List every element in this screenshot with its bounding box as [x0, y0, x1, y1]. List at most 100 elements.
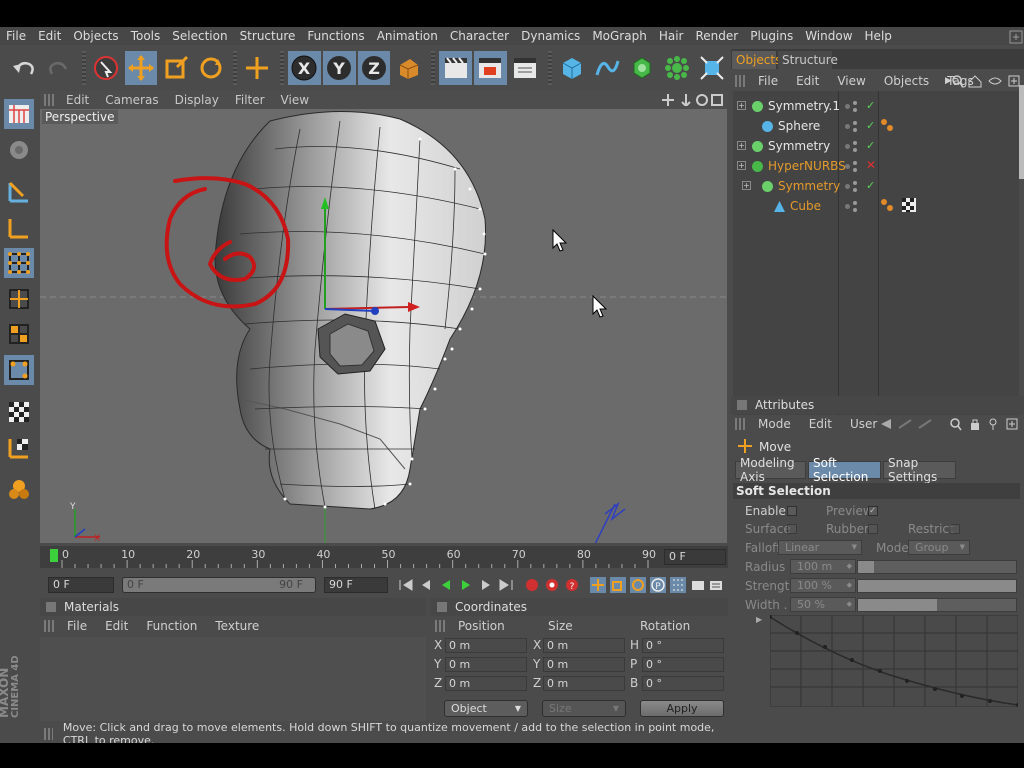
previous-frame-icon[interactable] [418, 577, 434, 593]
object-name[interactable]: Symmetry.1 [768, 99, 840, 113]
menu-item-window[interactable]: Window [799, 29, 858, 43]
enabled-check-icon[interactable]: ✓ [866, 99, 875, 112]
enabled-check-icon[interactable]: ✓ [866, 139, 875, 152]
size-field[interactable]: 0 m [543, 638, 625, 653]
tree-expand-icon[interactable]: + [737, 161, 746, 170]
tab-structure[interactable]: Structure [778, 51, 838, 69]
position-field[interactable]: 0 m [445, 676, 527, 691]
scale-tool-icon[interactable] [159, 51, 192, 85]
object-name[interactable]: HyperNURBS [768, 159, 846, 173]
attributes-menu-mode[interactable]: Mode [749, 417, 800, 431]
strength-field[interactable]: 100 % ◆ [790, 578, 856, 593]
texture-tag-icon[interactable] [880, 118, 894, 132]
viewport-menu-edit[interactable]: Edit [58, 93, 97, 107]
menu-item-hair[interactable]: Hair [653, 29, 690, 43]
checker-material-icon[interactable] [902, 198, 916, 212]
tree-expand-icon[interactable]: + [742, 181, 751, 190]
object-name[interactable]: Sphere [778, 119, 820, 133]
menu-item-help[interactable]: Help [859, 29, 898, 43]
tab-objects[interactable]: Objects [732, 51, 781, 69]
surface-checkbox[interactable] [787, 524, 797, 534]
panel-toggle-icon[interactable] [46, 602, 56, 612]
width-field[interactable]: 50 % ◆ [790, 597, 856, 612]
rubber-checkbox[interactable] [868, 524, 878, 534]
objects-search-icons[interactable] [951, 75, 1023, 88]
visibility-toggle-icon[interactable] [845, 200, 861, 214]
menu-item-file[interactable]: File [0, 29, 32, 43]
keyframe-selection-icon[interactable]: ? [564, 577, 580, 593]
motion-clip-icon[interactable] [690, 577, 706, 593]
close-panel-icon[interactable] [1009, 30, 1023, 44]
move-tool-icon[interactable] [124, 51, 158, 85]
objects-menu-view[interactable]: View [828, 74, 874, 88]
visibility-toggle-icon[interactable] [845, 180, 861, 194]
objects-menu-file[interactable]: File [749, 74, 787, 88]
viewport-menu-filter[interactable]: Filter [227, 93, 273, 107]
frame-range-slider[interactable]: 0 F 90 F [122, 577, 316, 593]
attributes-menu-edit[interactable]: Edit [800, 417, 841, 431]
preview-checkbox[interactable]: ✓ [868, 506, 878, 516]
timeline-ruler[interactable]: 0 10 20 30 40 50 60 70 80 90 0 F [40, 546, 728, 568]
key-rotation-icon[interactable] [630, 577, 646, 593]
key-scale-icon[interactable] [610, 577, 626, 593]
go-to-end-icon[interactable] [498, 577, 514, 593]
size-field[interactable]: 0 m [543, 676, 625, 691]
undo-icon[interactable] [8, 51, 41, 85]
sculpt-icon[interactable] [4, 475, 34, 505]
falloff-curve-graph[interactable] [770, 615, 1018, 707]
restrict-checkbox[interactable] [950, 524, 960, 534]
size-mode-dropdown[interactable]: Size ▼ [542, 700, 626, 717]
menu-item-plugins[interactable]: Plugins [744, 29, 799, 43]
size-field[interactable]: 0 m [543, 657, 625, 672]
coordinate-system-icon[interactable] [241, 51, 274, 85]
render-picture-viewer-icon[interactable] [474, 51, 507, 85]
go-to-start-icon[interactable] [398, 577, 414, 593]
play-icon[interactable] [458, 577, 474, 593]
polygons-mode-icon[interactable] [4, 319, 34, 349]
start-frame-field[interactable]: 0 F [48, 577, 114, 593]
materials-menu-file[interactable]: File [58, 619, 96, 633]
menu-item-dynamics[interactable]: Dynamics [515, 29, 586, 43]
tab-modeling-axis[interactable]: Modeling Axis [735, 456, 806, 484]
menu-item-character[interactable]: Character [444, 29, 515, 43]
materials-menu-function[interactable]: Function [137, 619, 206, 633]
enable-checkbox[interactable] [787, 506, 797, 516]
menu-item-selection[interactable]: Selection [166, 29, 233, 43]
texture-axis-icon[interactable] [4, 135, 34, 165]
panel-toggle-icon[interactable] [737, 400, 747, 410]
visibility-toggle-icon[interactable] [845, 160, 861, 174]
uv-points-icon[interactable] [4, 355, 34, 385]
visibility-toggle-icon[interactable] [845, 100, 861, 114]
array-icon[interactable] [660, 51, 693, 85]
tree-expand-icon[interactable]: + [737, 101, 746, 110]
key-pla-icon[interactable] [670, 577, 686, 593]
menu-item-render[interactable]: Render [689, 29, 744, 43]
strength-slider[interactable] [857, 579, 1017, 593]
z-axis-lock-icon[interactable]: Z [357, 51, 391, 85]
world-coordinates-icon[interactable] [392, 51, 425, 85]
current-frame-field[interactable]: 0 F [664, 549, 726, 565]
deformer-icon[interactable] [695, 51, 728, 85]
materials-menu-edit[interactable]: Edit [96, 619, 137, 633]
viewport-nav-icons[interactable] [662, 94, 724, 106]
width-slider[interactable] [857, 598, 1017, 612]
live-selection-icon[interactable] [90, 51, 123, 85]
visibility-toggle-icon[interactable] [845, 140, 861, 154]
viewport-menu-display[interactable]: Display [167, 93, 227, 107]
attributes-nav-icons[interactable] [879, 418, 1021, 431]
render-view-icon[interactable] [439, 51, 472, 85]
checkerboard-icon[interactable] [4, 397, 34, 427]
rotation-field[interactable]: 0 ° [642, 676, 724, 691]
menu-item-structure[interactable]: Structure [234, 29, 302, 43]
end-frame-field[interactable]: 90 F [324, 577, 388, 593]
materials-list[interactable] [40, 637, 426, 721]
y-axis-lock-icon[interactable]: Y [322, 51, 356, 85]
model-tool-icon[interactable] [4, 213, 34, 243]
enabled-check-icon[interactable]: ✓ [866, 119, 875, 132]
disabled-x-icon[interactable]: ✕ [866, 158, 876, 172]
menu-item-animation[interactable]: Animation [371, 29, 444, 43]
materials-menu-texture[interactable]: Texture [206, 619, 268, 633]
radius-slider[interactable] [857, 560, 1017, 574]
rotation-field[interactable]: 0 ° [642, 638, 724, 653]
render-settings-icon[interactable] [509, 51, 542, 85]
